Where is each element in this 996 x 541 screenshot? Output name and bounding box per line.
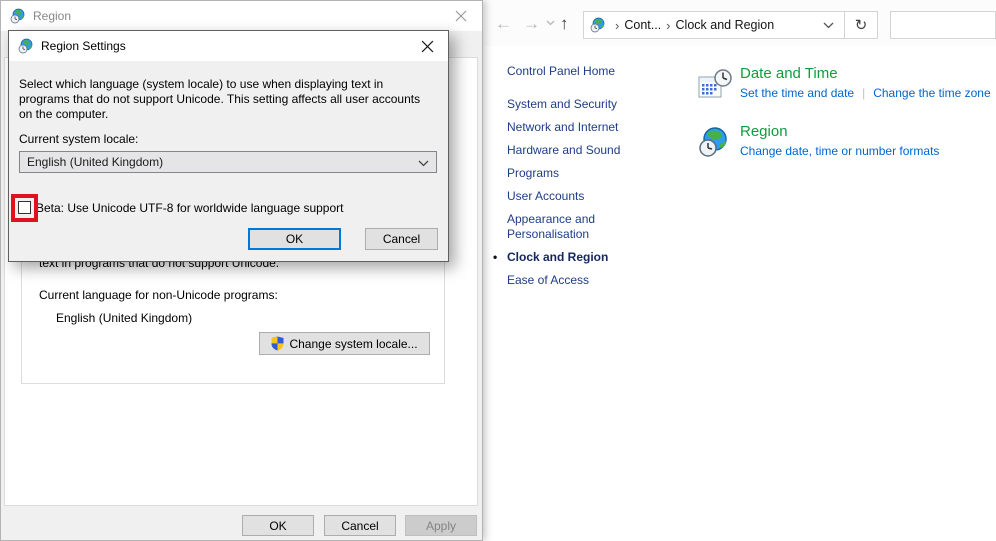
sidebar-nav: Control Panel Home System and Security N… — [507, 64, 667, 296]
link-separator: | — [862, 86, 865, 100]
task-link-change-time-zone[interactable]: Change the time zone — [873, 86, 990, 100]
non-unicode-language-label: Current language for non-Unicode program… — [39, 288, 278, 302]
breadcrumb-item-control-panel[interactable]: Cont... — [624, 18, 661, 32]
refresh-icon[interactable]: ↻ — [845, 12, 877, 38]
chevron-down-icon — [418, 160, 429, 167]
cancel-button[interactable]: Cancel — [324, 515, 396, 536]
system-locale-combobox[interactable]: English (United Kingdom) — [19, 151, 437, 173]
history-chevron-icon[interactable] — [546, 20, 555, 26]
sidebar-item-clock-and-region[interactable]: •Clock and Region — [507, 250, 655, 265]
desktop: ← → ↑ › Cont... — [0, 0, 996, 541]
region-settings-dialog: Region Settings Select which language (s… — [8, 30, 449, 262]
system-locale-selected-value: English (United Kingdom) — [27, 155, 163, 169]
close-icon[interactable] — [412, 34, 442, 58]
cancel-button[interactable]: Cancel — [365, 228, 438, 250]
control-panel-icon[interactable] — [590, 17, 606, 33]
sidebar-item-ease-of-access[interactable]: Ease of Access — [507, 273, 655, 288]
change-system-locale-label: Change system locale... — [289, 337, 417, 351]
region-globe-icon — [10, 8, 26, 24]
dialog-description: Select which language (system locale) to… — [19, 77, 435, 122]
sidebar-item-appearance-personalisation[interactable]: Appearance and Personalisation — [507, 212, 655, 242]
category-title-region[interactable]: Region — [740, 122, 996, 142]
close-icon[interactable] — [446, 4, 476, 28]
uac-shield-icon — [271, 336, 284, 351]
sidebar-item-programs[interactable]: Programs — [507, 166, 655, 181]
current-page-bullet-icon: • — [493, 250, 497, 265]
category-title-date-and-time[interactable]: Date and Time — [740, 64, 996, 84]
ok-button[interactable]: OK — [248, 228, 341, 250]
sidebar-item-system-and-security[interactable]: System and Security — [507, 97, 655, 112]
breadcrumb-chevron-icon: › — [666, 18, 670, 33]
back-icon[interactable]: ← — [495, 12, 512, 36]
category-region: Region Change date, time or number forma… — [696, 122, 996, 166]
sidebar-item-network-and-internet[interactable]: Network and Internet — [507, 120, 655, 135]
ok-button[interactable]: OK — [242, 515, 314, 536]
window-title: Region — [33, 9, 71, 23]
address-dropdown-icon[interactable] — [813, 12, 844, 38]
up-icon[interactable]: ↑ — [560, 12, 569, 36]
sidebar-item-hardware-and-sound[interactable]: Hardware and Sound — [507, 143, 655, 158]
change-system-locale-button[interactable]: Change system locale... — [259, 332, 430, 355]
sidebar-item-label: Clock and Region — [507, 250, 608, 264]
dialog-title: Region Settings — [41, 39, 126, 53]
region-titlebar: Region — [1, 1, 482, 31]
date-and-time-icon[interactable] — [698, 68, 732, 102]
search-input[interactable] — [890, 11, 996, 39]
region-globe-icon[interactable] — [698, 126, 730, 158]
annotation-highlight-box — [11, 194, 38, 222]
apply-button[interactable]: Apply — [405, 515, 477, 536]
category-date-and-time: Date and Time Set the time and date | Chan… — [696, 64, 996, 108]
task-link-set-time-and-date[interactable]: Set the time and date — [740, 86, 854, 100]
current-system-locale-label: Current system locale: — [19, 132, 138, 146]
utf8-beta-checkbox-label: Beta: Use Unicode UTF-8 for worldwide la… — [36, 201, 344, 215]
region-globe-icon — [18, 38, 34, 54]
sidebar-item-control-panel-home[interactable]: Control Panel Home — [507, 64, 655, 79]
region-settings-titlebar: Region Settings — [9, 31, 448, 61]
breadcrumb-chevron-icon: › — [615, 18, 619, 33]
sidebar-item-user-accounts[interactable]: User Accounts — [507, 189, 655, 204]
category-list: Date and Time Set the time and date | Chan… — [696, 64, 996, 180]
breadcrumb-item-clock-and-region[interactable]: Clock and Region — [676, 18, 775, 32]
explorer-navbar: ← → ↑ › Cont... — [484, 0, 996, 46]
address-bar[interactable]: › Cont... › Clock and Region ↻ — [583, 11, 878, 39]
non-unicode-language-value: English (United Kingdom) — [56, 311, 192, 325]
forward-icon[interactable]: → — [523, 12, 540, 36]
task-link-change-formats[interactable]: Change date, time or number formats — [740, 144, 939, 158]
control-panel-window: ← → ↑ › Cont... — [484, 0, 996, 541]
